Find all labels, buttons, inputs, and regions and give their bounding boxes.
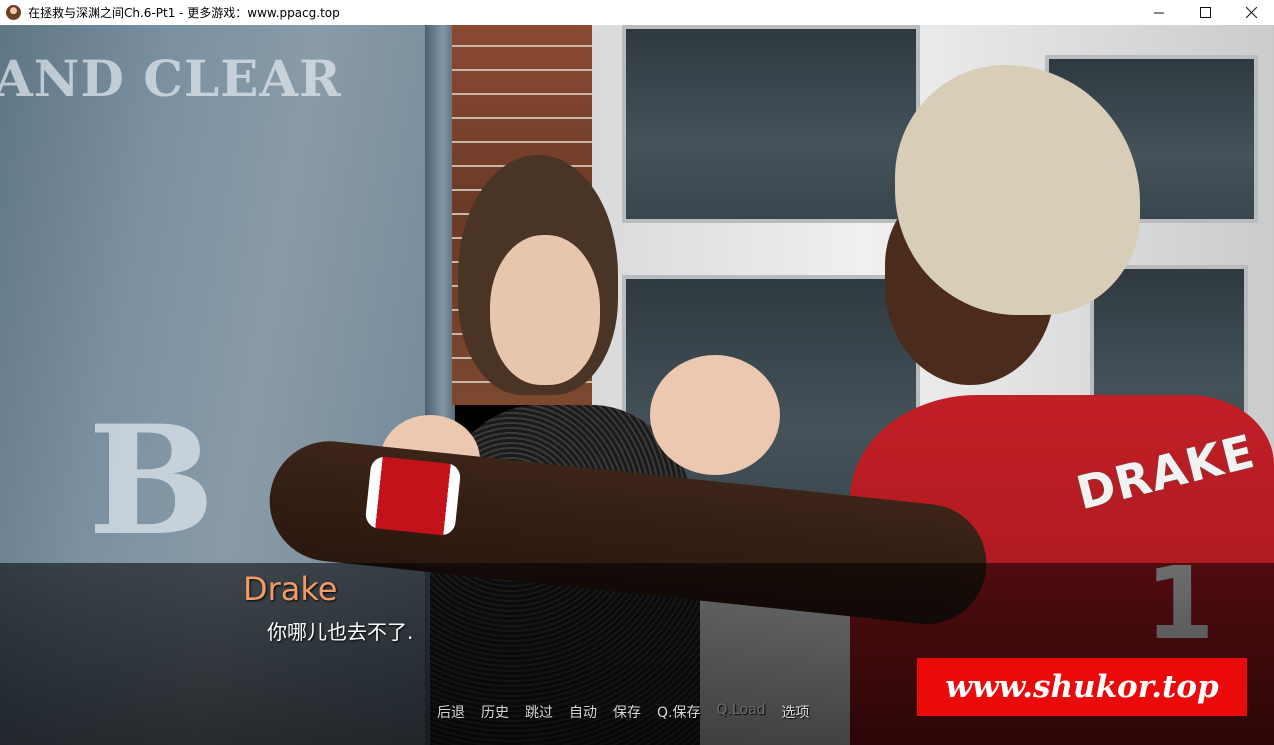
- speaker-name: Drake: [243, 570, 338, 608]
- window-pane: [622, 25, 920, 223]
- quick-menu-preferences[interactable]: 选项: [782, 702, 810, 722]
- watermark-text: www.shukor.top: [945, 669, 1219, 705]
- title-bar[interactable]: 在拯救与深渊之间Ch.6-Pt1 - 更多游戏：www.ppacg.top: [0, 0, 1274, 26]
- wristband: [364, 455, 462, 537]
- window-title: 在拯救与深渊之间Ch.6-Pt1 - 更多游戏：www.ppacg.top: [28, 6, 340, 20]
- door-stencil-letter: B: [88, 393, 215, 569]
- door-stencil-text: AND CLEAR: [0, 49, 342, 108]
- game-window: 在拯救与深渊之间Ch.6-Pt1 - 更多游戏：www.ppacg.top AN…: [0, 0, 1274, 745]
- maximize-button[interactable]: [1182, 0, 1228, 25]
- quick-menu-save[interactable]: 保存: [613, 702, 641, 722]
- window-controls: [1136, 0, 1274, 25]
- dialogue-text: 你哪儿也去不了.: [267, 620, 414, 644]
- app-icon: [6, 5, 21, 20]
- quick-menu-quick-save[interactable]: Q.保存: [657, 702, 700, 722]
- quick-menu-quick-load[interactable]: Q.Load: [716, 702, 765, 722]
- watermark-banner: www.shukor.top: [917, 658, 1247, 716]
- minimize-icon: [1153, 12, 1164, 14]
- woman-hand: [650, 355, 780, 475]
- quick-menu: 后退 历史 跳过 自动 保存 Q.保存 Q.Load 选项: [437, 702, 826, 722]
- close-button[interactable]: [1228, 0, 1274, 25]
- minimize-button[interactable]: [1136, 0, 1182, 25]
- quick-menu-skip[interactable]: 跳过: [525, 702, 553, 722]
- maximize-icon: [1199, 7, 1211, 18]
- quick-menu-back[interactable]: 后退: [437, 702, 465, 722]
- close-icon: [1245, 7, 1257, 18]
- woman-face: [490, 235, 600, 385]
- game-scene[interactable]: AND CLEAR B DRAKE 1 Drake 你哪儿也去不了. www.s…: [0, 25, 1274, 745]
- quick-menu-auto[interactable]: 自动: [569, 702, 597, 722]
- quick-menu-history[interactable]: 历史: [481, 702, 509, 722]
